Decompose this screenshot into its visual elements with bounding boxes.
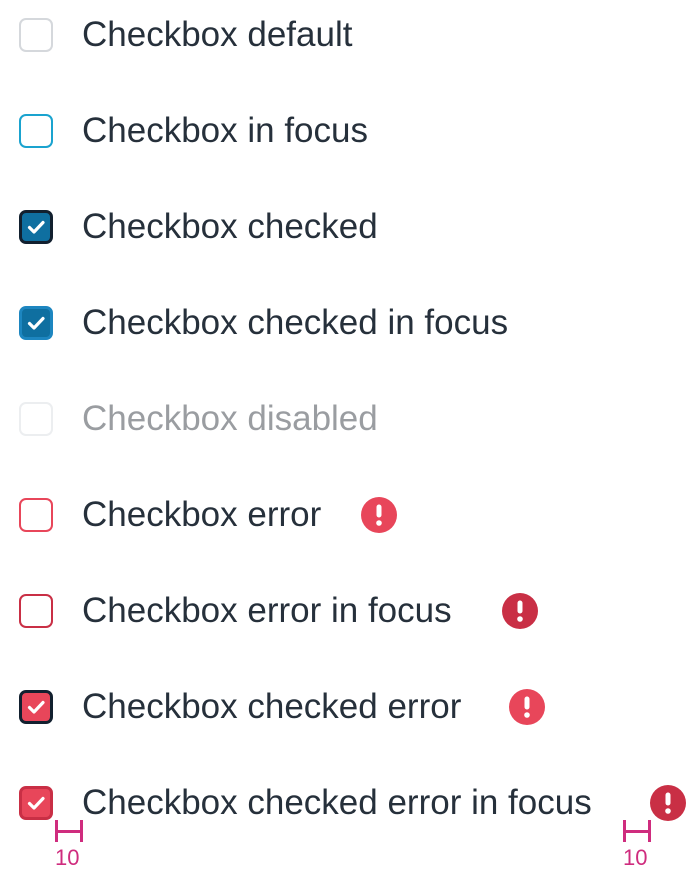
spacing-annotation-left: 10 [55, 820, 83, 870]
exclamation-circle-icon [509, 689, 545, 725]
checkbox-label: Checkbox error in focus [82, 591, 452, 630]
checkbox-default[interactable] [19, 18, 53, 52]
check-icon [27, 220, 45, 234]
checkbox-error-focus[interactable] [19, 594, 53, 628]
spacing-annotation-right: 10 [623, 820, 651, 870]
exclamation-circle-icon [650, 785, 686, 821]
checkbox-checked[interactable] [19, 210, 53, 244]
checkbox-checked-error-focus[interactable] [19, 786, 53, 820]
checkbox-label: Checkbox checked [82, 207, 378, 246]
checkbox-label: Checkbox checked error in focus [82, 783, 592, 822]
exclamation-circle-icon [361, 497, 397, 533]
checkbox-error[interactable] [19, 498, 53, 532]
check-icon [27, 700, 45, 714]
checkbox-label: Checkbox error [82, 495, 322, 534]
checkbox-label: Checkbox disabled [82, 399, 378, 438]
check-icon [27, 316, 45, 330]
checkbox-label: Checkbox checked error [82, 687, 462, 726]
checkbox-checked-error[interactable] [19, 690, 53, 724]
checkbox-disabled [19, 402, 53, 436]
checkbox-label: Checkbox default [82, 15, 353, 54]
checkbox-checked-focus[interactable] [19, 306, 53, 340]
checkbox-label: Checkbox checked in focus [82, 303, 509, 342]
check-icon [27, 796, 45, 810]
checkbox-focus[interactable] [19, 114, 53, 148]
spacing-value: 10 [623, 845, 648, 870]
exclamation-circle-icon [502, 593, 538, 629]
spacing-value: 10 [55, 845, 80, 870]
checkbox-label: Checkbox in focus [82, 111, 368, 150]
